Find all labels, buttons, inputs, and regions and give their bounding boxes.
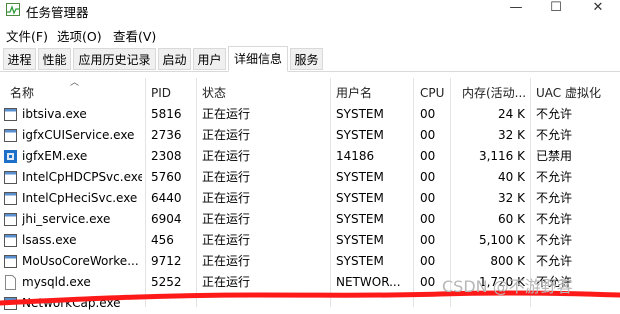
tab-app-history[interactable]: 应用历史记录 [73, 48, 156, 70]
column-header-username[interactable]: 用户名 [336, 78, 411, 104]
uac-cell: 不允许 [536, 107, 573, 121]
window-icon [4, 255, 17, 268]
title-bar: 任务管理器 — ☐ ✕ [0, 0, 620, 22]
window-icon [4, 234, 17, 247]
column-header-status[interactable]: 状态 [202, 78, 327, 104]
pid-cell: 6440 [151, 191, 182, 205]
memory-cell: 40 K [498, 170, 525, 184]
close-button[interactable]: ✕ [578, 0, 618, 18]
pid-cell: 9712 [151, 254, 182, 268]
username-cell: SYSTEM [336, 107, 384, 121]
process-name-cell: jhi_service.exe [22, 212, 111, 226]
username-cell: 14186 [336, 149, 375, 163]
table-row[interactable]: jhi_service.exe 6904 正在运行 SYSTEM 00 60 K 不允许 [0, 209, 620, 230]
status-cell: 正在运行 [202, 128, 251, 142]
tab-users[interactable]: 用户 [193, 48, 226, 70]
pid-cell: 5816 [151, 107, 182, 121]
memory-cell: 5,100 K [478, 233, 525, 247]
memory-cell: 800 K [490, 254, 525, 268]
menu-view[interactable]: 查看(V) [113, 26, 156, 45]
memory-cell: 3,116 K [478, 149, 525, 163]
column-header-memory[interactable]: 内存(活动... [462, 78, 527, 104]
table-row[interactable]: IntelCpHDCPSvc.exe 5760 正在运行 SYSTEM 00 40 K 不允… [0, 167, 620, 188]
column-header-uac-virtualization[interactable]: UAC 虚拟化 [536, 78, 616, 104]
tab-performance[interactable]: 性能 [38, 48, 71, 70]
username-cell: SYSTEM [336, 128, 384, 142]
process-name-cell: lsass.exe [22, 233, 77, 247]
uac-cell: 不允许 [536, 254, 573, 268]
table-row[interactable]: igfxEM.exe 2308 正在运行 14186 00 3,116 K 已禁用 [0, 146, 620, 167]
menu-file[interactable]: 文件(F) [6, 26, 48, 45]
minimize-button[interactable]: — [496, 0, 536, 18]
pid-cell: 2308 [151, 149, 182, 163]
uac-cell: 已禁用 [536, 149, 573, 163]
cpu-cell: 00 [420, 191, 436, 205]
memory-cell: 32 K [498, 191, 525, 205]
window-icon [4, 129, 17, 142]
cpu-cell: 00 [420, 170, 436, 184]
username-cell: SYSTEM [336, 212, 384, 226]
window-icon [4, 108, 17, 121]
status-cell: 正在运行 [202, 149, 251, 163]
status-cell: 正在运行 [202, 233, 251, 247]
window-icon [4, 192, 17, 205]
cpu-cell: 00 [420, 254, 436, 268]
table-row[interactable]: MoUsoCoreWorke... 9712 正在运行 SYSTEM 00 800 K 不允… [0, 251, 620, 272]
process-name-cell: MoUsoCoreWorke... [22, 254, 139, 268]
maximize-button[interactable]: ☐ [536, 0, 576, 18]
process-name-cell: igfxCUIService.exe [22, 128, 135, 142]
cpu-cell: 00 [420, 149, 436, 163]
column-header-pid[interactable]: PID [151, 78, 193, 104]
table-row[interactable]: IntelCpHeciSvc.exe 6440 正在运行 SYSTEM 00 32 K 不允… [0, 188, 620, 209]
menu-bar: 文件(F) 选项(O) 查看(V) [0, 24, 620, 44]
cpu-cell: 00 [420, 233, 436, 247]
username-cell: SYSTEM [336, 170, 384, 184]
tab-details[interactable]: 详细信息 [228, 46, 288, 72]
pid-cell: 5760 [151, 170, 182, 184]
tab-processes[interactable]: 进程 [3, 48, 36, 70]
memory-cell: 24 K [498, 107, 525, 121]
column-header-name[interactable]: 名称 [10, 78, 140, 104]
table-row[interactable]: igfxCUIService.exe 2736 正在运行 SYSTEM 00 32 K 不允… [0, 125, 620, 146]
task-manager-icon [6, 3, 20, 16]
table-row[interactable]: ibtsiva.exe 5816 正在运行 SYSTEM 00 24 K 不允许 [0, 104, 620, 125]
username-cell: SYSTEM [336, 191, 384, 205]
intel-graphics-icon [4, 150, 17, 163]
username-cell: SYSTEM [336, 254, 384, 268]
status-cell: 正在运行 [202, 254, 251, 268]
uac-cell: 不允许 [536, 128, 573, 142]
pid-cell: 456 [151, 233, 174, 247]
status-cell: 正在运行 [202, 212, 251, 226]
csdn-watermark: CSDN @不游野客 [442, 277, 573, 296]
tab-startup[interactable]: 启动 [158, 48, 191, 70]
username-cell: SYSTEM [336, 233, 384, 247]
process-name-cell: igfxEM.exe [22, 149, 88, 163]
window-icon [4, 171, 17, 184]
uac-cell: 不允许 [536, 191, 573, 205]
memory-cell: 32 K [498, 128, 525, 142]
process-name-cell: IntelCpHDCPSvc.exe [22, 170, 142, 184]
pid-cell: 6904 [151, 212, 182, 226]
tab-bar: 进程 性能 应用历史记录 启动 用户 详细信息 服务 [0, 45, 620, 72]
cpu-cell: 00 [420, 212, 436, 226]
column-header-cpu[interactable]: CPU [420, 78, 446, 104]
cpu-cell: 00 [420, 107, 436, 121]
status-cell: 正在运行 [202, 107, 251, 121]
tab-services[interactable]: 服务 [290, 48, 323, 70]
status-cell: 正在运行 [202, 191, 251, 205]
cpu-cell: 00 [420, 128, 436, 142]
table-row[interactable]: lsass.exe 456 正在运行 SYSTEM 00 5,100 K 不允许 [0, 230, 620, 251]
process-name-cell: ibtsiva.exe [22, 107, 87, 121]
process-name-cell: IntelCpHeciSvc.exe [22, 191, 138, 205]
memory-cell: 60 K [498, 212, 525, 226]
menu-options[interactable]: 选项(O) [57, 26, 102, 45]
pid-cell: 2736 [151, 128, 182, 142]
uac-cell: 不允许 [536, 212, 573, 226]
status-cell: 正在运行 [202, 170, 251, 184]
uac-cell: 不允许 [536, 233, 573, 247]
window-icon [4, 213, 17, 226]
uac-cell: 不允许 [536, 170, 573, 184]
window-title: 任务管理器 [26, 5, 89, 20]
